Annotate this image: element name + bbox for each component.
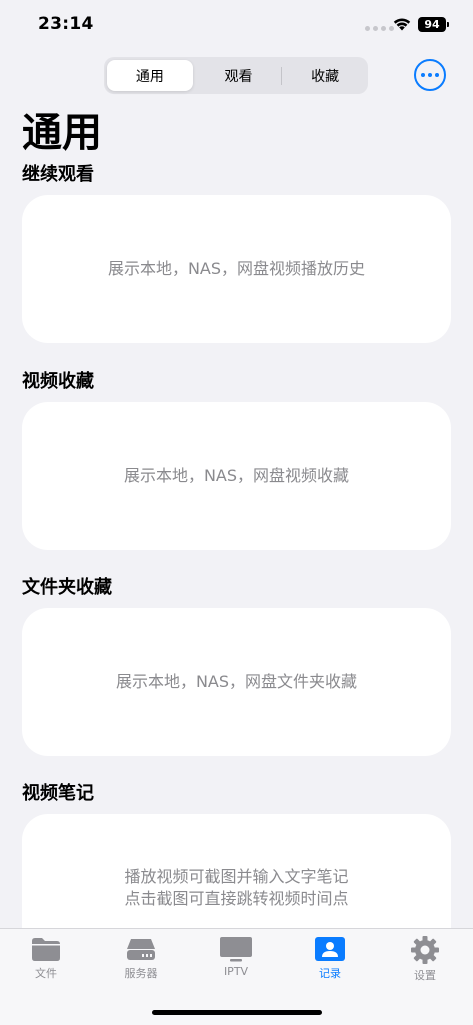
- segmented-control: 通用 观看 收藏: [104, 57, 368, 94]
- battery-indicator: 94: [418, 17, 449, 32]
- continue-watching-message: 展示本地，NAS，网盘视频播放历史: [107, 259, 366, 278]
- segment-watch[interactable]: 观看: [196, 60, 282, 91]
- section-title-folder-favorites: 文件夹收藏: [22, 577, 112, 598]
- section-title-continue-watching: 继续观看: [22, 164, 94, 185]
- folder-favorites-message: 展示本地，NAS，网盘文件夹收藏: [115, 672, 358, 691]
- tab-settings-label: 设置: [414, 969, 436, 982]
- status-time: 23:14: [38, 14, 94, 34]
- segment-general[interactable]: 通用: [107, 60, 193, 91]
- status-bar: 23:14 94: [0, 0, 473, 50]
- page-title: 通用: [22, 110, 102, 156]
- section-title-video-notes: 视频笔记: [22, 783, 94, 804]
- tab-servers[interactable]: 服务器: [101, 935, 181, 981]
- more-options-button[interactable]: [414, 59, 446, 91]
- gear-icon: [411, 936, 439, 964]
- folder-favorites-card[interactable]: 展示本地，NAS，网盘文件夹收藏: [22, 608, 451, 756]
- tab-files-label: 文件: [35, 967, 57, 980]
- tab-files[interactable]: 文件: [6, 935, 86, 981]
- tab-records[interactable]: 记录: [290, 935, 370, 981]
- video-notes-message: 播放视频可截图并输入文字笔记 点击截图可直接跳转视频时间点: [124, 867, 349, 908]
- video-favorites-message: 展示本地，NAS，网盘视频收藏: [123, 466, 350, 485]
- server-icon: [127, 939, 155, 960]
- video-favorites-card[interactable]: 展示本地，NAS，网盘视频收藏: [22, 402, 451, 550]
- tab-records-label: 记录: [319, 967, 341, 980]
- wifi-icon: [393, 18, 411, 31]
- tab-iptv-label: IPTV: [223, 965, 249, 978]
- ellipsis-icon: [421, 73, 425, 77]
- home-indicator: [152, 1010, 322, 1015]
- tab-settings[interactable]: 设置: [385, 935, 465, 983]
- continue-watching-card[interactable]: 展示本地，NAS，网盘视频播放历史: [22, 195, 451, 343]
- tab-servers-label: 服务器: [124, 967, 158, 980]
- folder-icon: [32, 938, 60, 961]
- tab-iptv[interactable]: IPTV: [196, 935, 276, 978]
- section-title-video-favorites: 视频收藏: [22, 371, 94, 392]
- segment-favorites[interactable]: 收藏: [282, 60, 368, 91]
- contact-card-icon: [315, 937, 345, 961]
- cellular-signal-icon: [365, 26, 394, 31]
- tv-icon: [220, 937, 252, 962]
